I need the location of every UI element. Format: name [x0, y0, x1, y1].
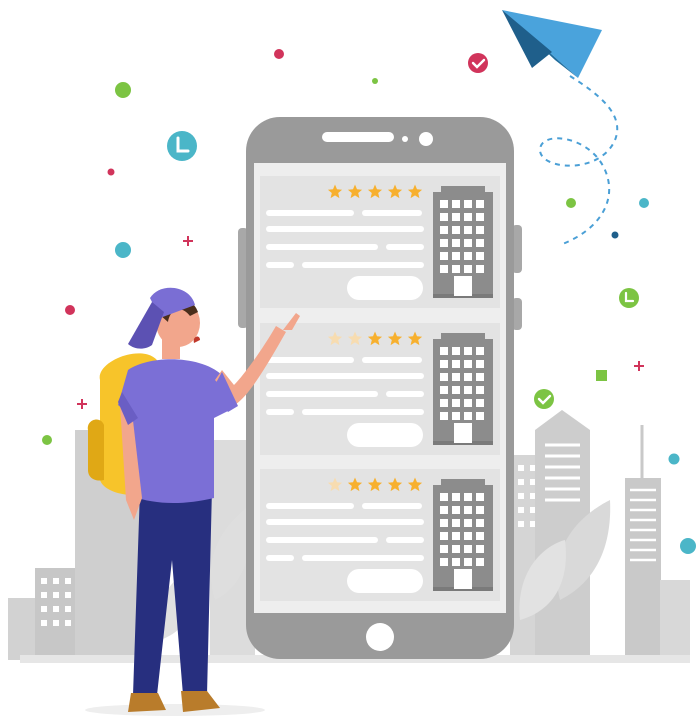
hotel-book-button	[347, 423, 423, 447]
paper-plane-icon	[502, 10, 619, 246]
building-icon	[433, 333, 493, 445]
hotel-card	[260, 176, 500, 308]
traveler-illustration	[0, 0, 696, 719]
hotel-book-button	[347, 276, 423, 300]
hotel-card	[260, 469, 500, 601]
home-button-icon	[366, 623, 394, 651]
hotel-book-button	[347, 569, 423, 593]
building-icon	[433, 479, 493, 591]
hotel-card	[260, 323, 500, 455]
hotel-card-list	[260, 176, 500, 601]
phone-speaker	[322, 132, 394, 142]
building-icon	[433, 186, 493, 298]
